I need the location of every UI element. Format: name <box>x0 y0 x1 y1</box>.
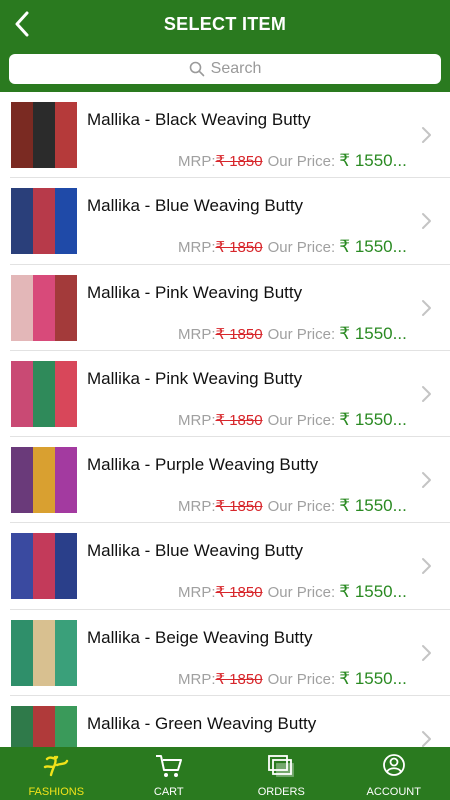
product-name: Mallika - Blue Weaving Butty <box>87 541 304 561</box>
product-thumbnail <box>11 619 77 686</box>
list-item[interactable]: Mallika - Pink Weaving Butty MRP:₹ 1850 Ou… <box>10 265 450 351</box>
page-title: SELECT ITEM <box>163 13 287 34</box>
app-header: SELECT ITEM <box>0 0 450 48</box>
fashions-icon <box>41 753 71 786</box>
mrp-value: ₹ 1850 <box>215 153 263 170</box>
chevron-right-icon <box>422 127 431 143</box>
chevron-right-icon <box>422 385 431 402</box>
our-price-value: ₹ 1550... <box>339 409 407 429</box>
cart-icon <box>154 753 184 786</box>
our-price-label: Our Price: <box>267 670 340 688</box>
product-name: Mallika - Purple Weaving Butty <box>87 455 319 475</box>
search-placeholder: Search <box>210 60 262 77</box>
account-icon <box>379 753 409 786</box>
product-name: Mallika - Pink Weaving Butty <box>87 368 303 388</box>
product-name: Mallika - Pink Weaving Butty <box>87 282 303 302</box>
mrp-value: ₹ 1850 <box>215 498 263 516</box>
our-price-label: Our Price: <box>267 498 340 516</box>
mrp-label: MRP: <box>178 498 216 516</box>
our-price-label: Our Price: <box>267 153 340 170</box>
mrp-value: ₹ 1850 <box>215 584 263 602</box>
product-list: Mallika - Black Weaving Butty MRP:₹ 1850 O… <box>0 92 450 747</box>
product-name: Mallika - Black Weaving Butty <box>87 110 311 129</box>
price-row: MRP:₹ 1850 Our Price: ₹ 1550... <box>178 151 410 171</box>
mrp-value: ₹ 1850 <box>215 239 263 257</box>
our-price-value: ₹ 1550... <box>339 237 407 257</box>
back-arrow-icon <box>15 11 29 37</box>
chevron-right-icon <box>422 299 431 316</box>
chevron-right-icon <box>422 731 431 747</box>
tab-label: CART <box>153 786 184 798</box>
mrp-label: MRP: <box>178 670 216 688</box>
price-row: MRP:₹ 1850 Our Price: ₹ 1550... <box>178 582 410 602</box>
mrp-value: ₹ 1850 <box>215 411 263 429</box>
bottom-tab-bar: FASHIONS CART ORDERS ACCOUNT <box>0 747 450 800</box>
product-thumbnail <box>11 706 77 747</box>
list-item[interactable]: Mallika - Blue Weaving Butty MRP:₹ 1850 Ou… <box>10 178 450 265</box>
search-input[interactable]: Search <box>9 54 441 84</box>
price-row: MRP:₹ 1850 Our Price: ₹ 1550... <box>178 324 410 344</box>
price-row: MRP:₹ 1850 Our Price: ₹ 1550... <box>178 496 410 516</box>
mrp-label: MRP: <box>178 153 216 170</box>
product-thumbnail <box>11 188 77 255</box>
product-thumbnail <box>11 447 77 514</box>
our-price-label: Our Price: <box>267 325 340 343</box>
chevron-right-icon <box>422 472 431 489</box>
mrp-label: MRP: <box>178 325 216 343</box>
product-thumbnail <box>11 533 77 600</box>
product-name: Mallika - Green Weaving Butty <box>87 714 317 734</box>
product-thumbnail <box>11 274 77 341</box>
product-thumbnail <box>11 360 77 427</box>
mrp-label: MRP: <box>178 239 216 257</box>
our-price-value: ₹ 1550... <box>339 496 407 516</box>
list-item[interactable]: Mallika - Blue Weaving Butty MRP:₹ 1850 Ou… <box>10 523 450 610</box>
list-item[interactable]: Mallika - Beige Weaving Butty MRP:₹ 1850 O… <box>10 610 450 697</box>
price-row: MRP:₹ 1850 Our Price: ₹ 1550... <box>178 237 410 257</box>
product-thumbnail <box>11 102 77 168</box>
search-bar: Search <box>0 48 450 92</box>
tab-account[interactable]: ACCOUNT <box>338 747 450 800</box>
list-item[interactable]: Mallika - Green Weaving ButtyMRP:₹ 1850O… <box>10 696 450 747</box>
tab-fashions[interactable]: FASHIONS <box>0 747 113 800</box>
mrp-label: MRP: <box>178 584 216 602</box>
tab-orders[interactable]: ORDERS <box>225 747 338 800</box>
product-name: Mallika - Beige Weaving Butty <box>87 627 313 647</box>
tab-label: FASHIONS <box>28 786 85 798</box>
search-icon <box>189 61 204 77</box>
price-row: MRP:₹ 1850 Our Price: ₹ 1550... <box>178 669 410 689</box>
tab-label: ORDERS <box>257 786 305 798</box>
our-price-label: Our Price: <box>267 584 340 602</box>
our-price-value: ₹ 1550... <box>339 323 407 343</box>
mrp-value: ₹ 1850 <box>215 670 263 688</box>
back-button[interactable] <box>8 8 36 40</box>
list-item[interactable]: Mallika - Pink Weaving Butty MRP:₹ 1850 Ou… <box>10 351 450 438</box>
tab-label: ACCOUNT <box>366 786 421 798</box>
our-price-label: Our Price: <box>267 239 340 257</box>
our-price-value: ₹ 1550... <box>339 582 407 602</box>
price-row: MRP:₹ 1850 Our Price: ₹ 1550... <box>178 410 410 430</box>
product-name: Mallika - Blue Weaving Butty <box>87 196 304 216</box>
list-item[interactable]: Mallika - Purple Weaving Butty MRP:₹ 1850… <box>10 437 450 524</box>
mrp-value: ₹ 1850 <box>215 325 263 343</box>
orders-icon <box>266 753 296 786</box>
chevron-right-icon <box>422 644 431 661</box>
our-price-value: ₹ 1550... <box>339 151 407 170</box>
tab-cart[interactable]: CART <box>113 747 226 800</box>
our-price-value: ₹ 1550... <box>339 668 407 688</box>
our-price-label: Our Price: <box>267 411 340 429</box>
list-item[interactable]: Mallika - Black Weaving Butty MRP:₹ 1850 O… <box>10 92 450 179</box>
chevron-right-icon <box>422 558 431 575</box>
mrp-label: MRP: <box>178 411 216 429</box>
chevron-right-icon <box>422 213 431 230</box>
